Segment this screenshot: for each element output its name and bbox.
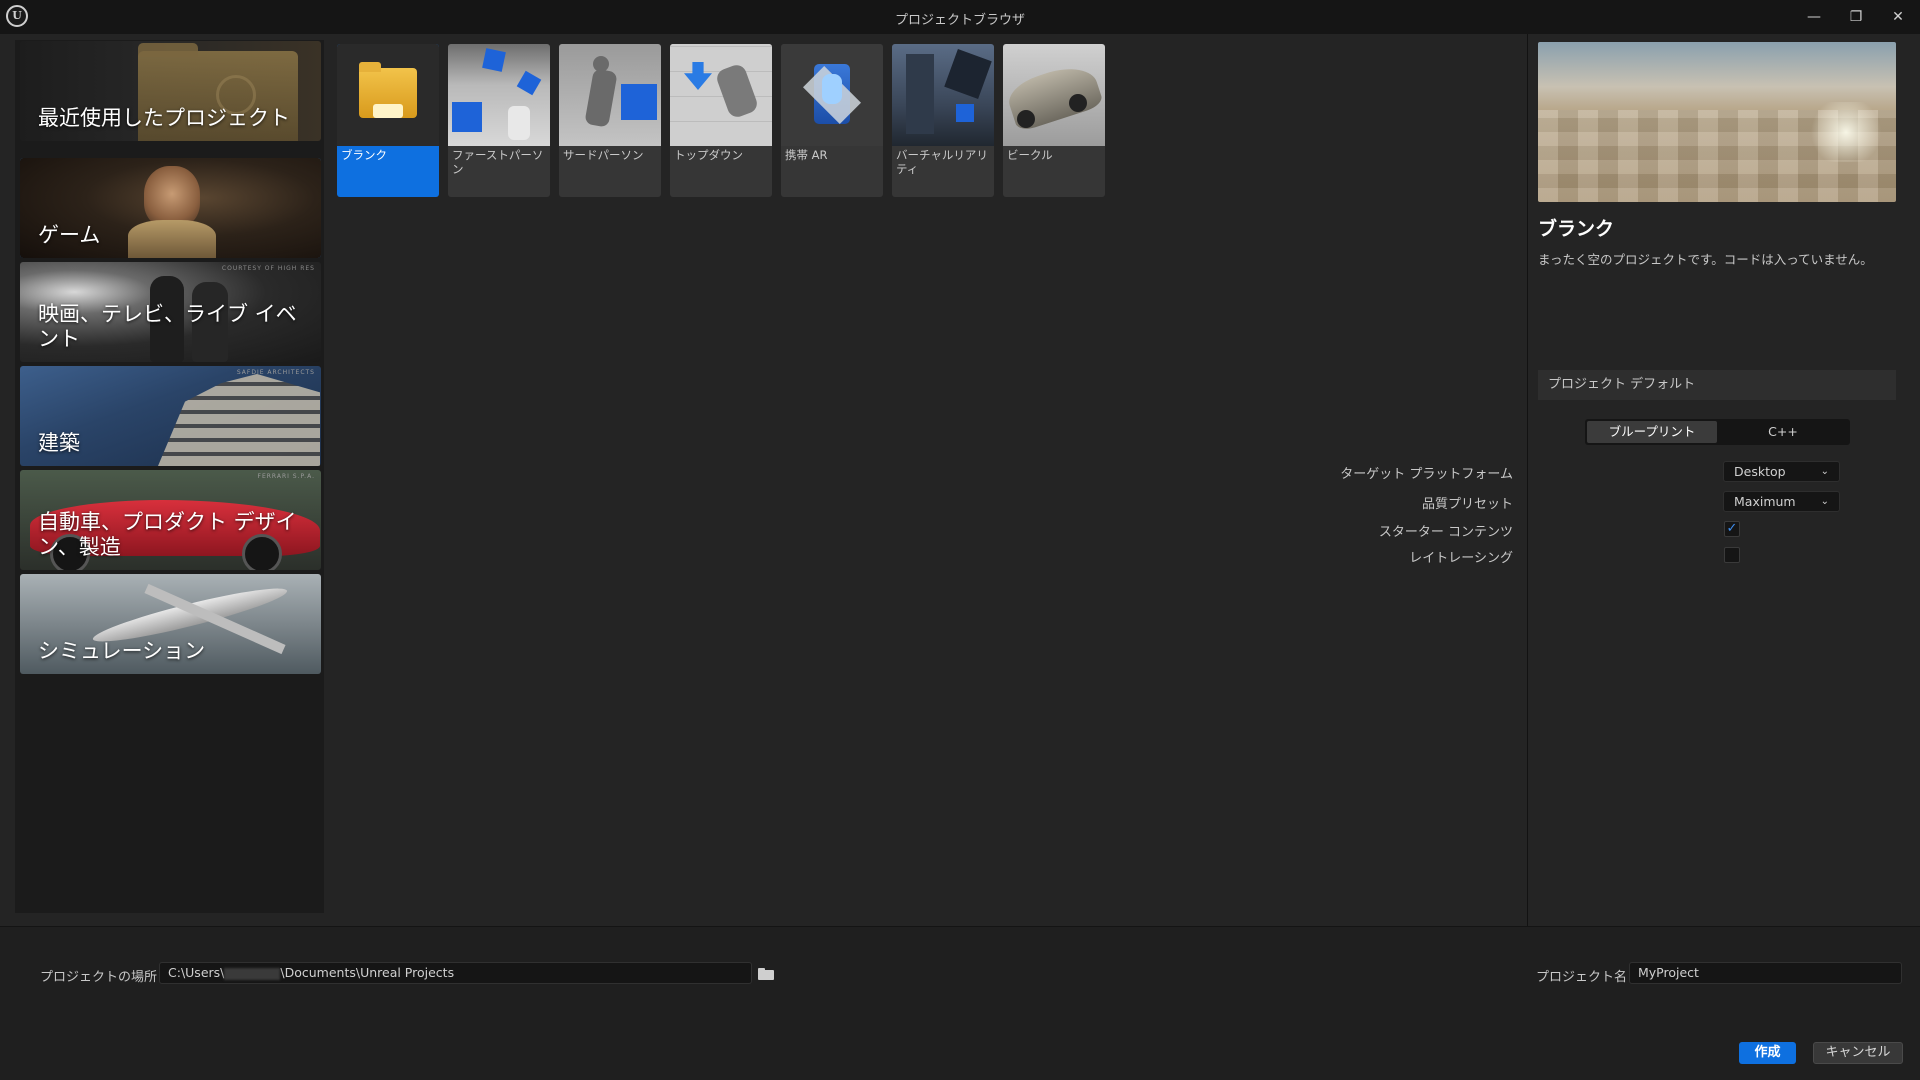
title-bar: U プロジェクトブラウザ — ❐ ✕ [0,0,1920,34]
raytracing-label: レイトレーシング [1409,551,1513,566]
watermark-text: COURTESY OF HIGH RES [221,265,315,272]
chevron-down-icon: ⌄ [1820,496,1829,507]
project-location-label: プロジェクトの場所 [40,970,158,985]
panel-divider [1527,34,1528,926]
location-path-end: \Documents\Unreal Projects [280,965,455,980]
checkmark-icon: ✓ [1726,521,1738,536]
quality-preset-label: 品質プリセット [1421,497,1513,512]
category-film-tv-live[interactable]: COURTESY OF HIGH RES 映画、テレビ、ライブ イベント [20,262,321,362]
browse-folder-icon[interactable] [758,968,774,980]
restore-button[interactable]: ❐ [1840,4,1872,30]
template-first-person[interactable]: ファーストパーソン [448,44,550,197]
minimize-button[interactable]: — [1798,4,1830,30]
template-label: ビークル [1007,148,1053,162]
quality-preset-dropdown[interactable]: Maximum ⌄ [1723,491,1840,512]
template-label: バーチャルリアリティ [896,148,988,176]
category-games[interactable]: ゲーム [20,158,321,258]
template-preview-image [1538,42,1896,202]
virtual-reality-thumb [892,44,994,146]
template-handheld-ar[interactable]: 携帯 AR [781,44,883,197]
category-recent-projects[interactable]: 最近使用したプロジェクト [20,41,321,141]
category-panel: 最近使用したプロジェクト ゲーム COURTESY OF HIGH RES 映画… [15,40,324,913]
target-platform-dropdown[interactable]: Desktop ⌄ [1723,461,1840,482]
category-label: 映画、テレビ、ライブ イベント [38,302,297,351]
window-title: プロジェクトブラウザ [894,13,1025,28]
vehicle-thumb [1003,44,1105,146]
quality-preset-value: Maximum [1734,494,1796,509]
first-person-thumb [448,44,550,146]
template-blank[interactable]: ブランク [337,44,439,197]
blank-folder-icon [337,44,439,146]
close-button[interactable]: ✕ [1882,4,1914,30]
location-path-start: C:\Users\ [168,965,225,980]
category-architecture[interactable]: SAFDIE ARCHITECTS 建築 [20,366,321,466]
top-down-thumb [670,44,772,146]
cancel-button[interactable]: キャンセル [1813,1042,1903,1064]
template-label: トップダウン [674,148,743,162]
chevron-down-icon: ⌄ [1820,466,1829,477]
template-title: ブランク [1538,218,1615,240]
template-virtual-reality[interactable]: バーチャルリアリティ [892,44,994,197]
template-top-down[interactable]: トップダウン [670,44,772,197]
target-platform-value: Desktop [1734,464,1786,479]
starter-content-checkbox[interactable]: ✓ [1724,521,1740,537]
template-description: まったく空のプロジェクトです。コードは入っていません。 [1538,252,1873,267]
template-third-person[interactable]: サードパーソン [559,44,661,197]
watermark-text: FERRARI S.P.A. [257,473,315,480]
third-person-thumb [559,44,661,146]
category-simulation[interactable]: シミュレーション [20,574,321,674]
category-label: 最近使用したプロジェクト [38,106,290,130]
category-label: ゲーム [38,223,101,247]
project-name-input[interactable]: MyProject [1629,962,1902,984]
template-label: ブランク [341,148,387,162]
cpp-option[interactable]: C++ [1718,421,1848,443]
template-label: サードパーソン [563,148,644,162]
category-label: 建築 [38,431,80,455]
handheld-ar-thumb [781,44,883,146]
template-vehicle[interactable]: ビークル [1003,44,1105,197]
redacted-username [224,967,281,980]
template-label: 携帯 AR [785,148,828,162]
blueprint-option[interactable]: ブループリント [1587,421,1717,443]
language-toggle: ブループリント C++ [1585,419,1850,445]
project-location-input[interactable]: C:\Users\ \Documents\Unreal Projects [159,962,752,984]
watermark-text: SAFDIE ARCHITECTS [236,369,315,376]
create-button[interactable]: 作成 [1739,1042,1796,1064]
template-label: ファーストパーソン [452,148,544,176]
bottom-bar [0,926,1920,1080]
project-name-label: プロジェクト名 [1536,970,1628,985]
project-defaults-header: プロジェクト デフォルト [1538,370,1896,400]
target-platform-label: ターゲット プラットフォーム [1340,467,1513,482]
starter-content-label: スターター コンテンツ [1378,525,1513,540]
category-automotive[interactable]: FERRARI S.P.A. 自動車、プロダクト デザイン、製造 [20,470,321,570]
raytracing-checkbox[interactable] [1724,547,1740,563]
category-label: 自動車、プロダクト デザイン、製造 [38,510,297,559]
category-label: シミュレーション [38,639,206,663]
